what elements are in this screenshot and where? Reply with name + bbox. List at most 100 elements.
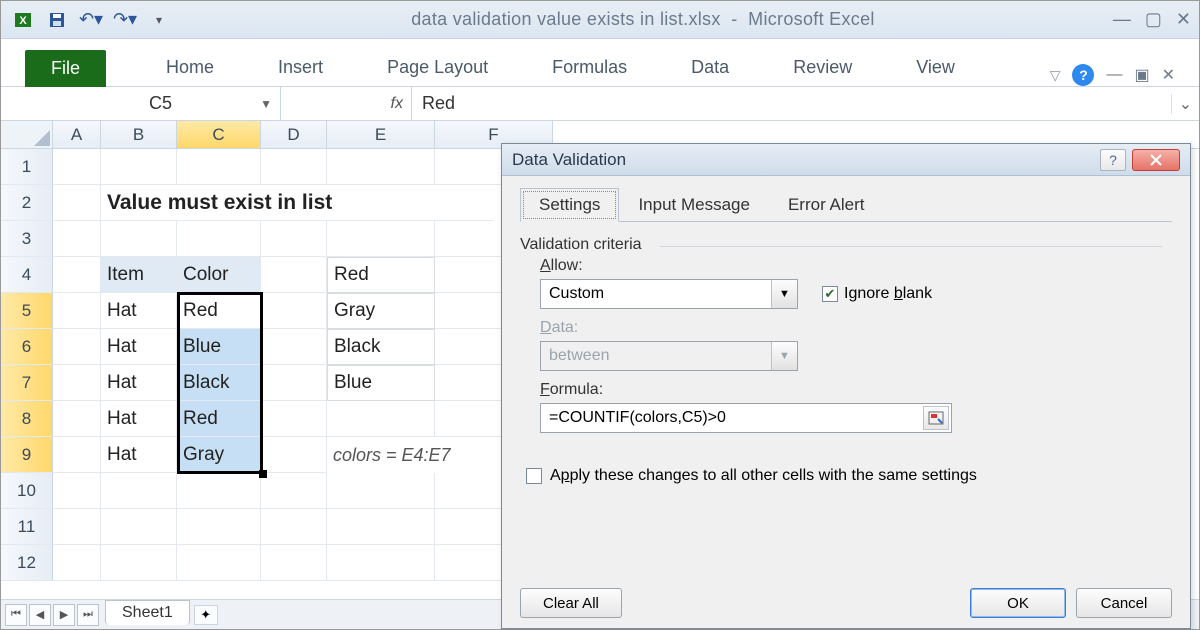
tab-home[interactable]: Home (146, 49, 234, 86)
ignore-blank-checkbox[interactable]: ✔ Ignore blank (822, 285, 932, 303)
table-row[interactable]: Blue (177, 329, 261, 365)
ribbon-window-close-icon[interactable]: ✕ (1162, 65, 1175, 85)
select-all-corner[interactable] (1, 121, 53, 148)
list-item[interactable]: Blue (327, 365, 435, 401)
sheet-nav-first-icon[interactable]: ⏮ (5, 604, 27, 626)
row-header[interactable]: 7 (1, 365, 53, 401)
save-icon[interactable] (43, 7, 71, 33)
data-combo: between ▼ (540, 341, 798, 371)
apply-all-checkbox[interactable] (526, 468, 542, 484)
data-label: Data: (540, 319, 1172, 337)
formula-label: Formula: (540, 381, 1172, 399)
tab-formulas[interactable]: Formulas (532, 49, 647, 86)
row-header[interactable]: 10 (1, 473, 53, 509)
tab-page-layout[interactable]: Page Layout (367, 49, 508, 86)
sheet-nav-last-icon[interactable]: ⏭ (77, 604, 99, 626)
fx-icon[interactable]: fx (391, 95, 403, 113)
range-select-icon[interactable] (923, 406, 949, 430)
file-tab[interactable]: File (25, 50, 106, 87)
row-header[interactable]: 12 (1, 545, 53, 581)
row-header[interactable]: 5 (1, 293, 53, 329)
list-item[interactable]: Gray (327, 293, 435, 329)
group-label: Validation criteria (520, 236, 1172, 254)
dialog-help-icon[interactable]: ? (1100, 149, 1126, 171)
formula-bar-expand-icon[interactable]: ⌄ (1171, 94, 1199, 114)
title-bar: X ↶▾ ↷▾ ▾ data validation value exists i… (1, 1, 1199, 39)
list-item[interactable]: Black (327, 329, 435, 365)
cancel-button[interactable]: Cancel (1076, 588, 1172, 618)
table-header[interactable]: Item (101, 257, 177, 293)
undo-icon[interactable]: ↶▾ (77, 7, 105, 33)
tab-settings[interactable]: Settings (520, 188, 619, 222)
tab-data[interactable]: Data (671, 49, 749, 86)
row-header[interactable]: 2 (1, 185, 53, 221)
row-header[interactable]: 3 (1, 221, 53, 257)
dialog-title-bar[interactable]: Data Validation ? (502, 144, 1190, 176)
col-header-e[interactable]: E (327, 121, 435, 148)
chevron-down-icon: ▼ (771, 342, 797, 370)
allow-combo[interactable]: Custom ▼ (540, 279, 798, 309)
quick-access-toolbar: X ↶▾ ↷▾ ▾ (9, 7, 173, 33)
ribbon: File Home Insert Page Layout Formulas Da… (1, 39, 1199, 87)
dialog-title: Data Validation (512, 150, 1100, 170)
window-title: data validation value exists in list.xls… (173, 9, 1113, 30)
table-row[interactable]: Hat (101, 293, 177, 329)
table-row[interactable]: Hat (101, 401, 177, 437)
allow-label: Allow: (540, 257, 1172, 275)
table-row[interactable]: Gray (177, 437, 261, 473)
ribbon-window-restore-icon[interactable]: ▣ (1134, 65, 1149, 85)
sheet-nav-prev-icon[interactable]: ◀ (29, 604, 51, 626)
data-validation-dialog: Data Validation ? Settings Input Message… (501, 143, 1191, 629)
row-header[interactable]: 8 (1, 401, 53, 437)
list-item[interactable]: Red (327, 257, 435, 293)
formula-input[interactable]: Red (411, 87, 1171, 120)
col-header-d[interactable]: D (261, 121, 327, 148)
table-row[interactable]: Hat (101, 437, 177, 473)
tab-error-alert[interactable]: Error Alert (769, 188, 884, 221)
tab-input-message[interactable]: Input Message (619, 188, 769, 221)
help-icon[interactable]: ? (1072, 64, 1094, 86)
heading-cell[interactable]: Value must exist in list (101, 185, 493, 221)
tab-view[interactable]: View (896, 49, 975, 86)
name-box-dropdown-icon[interactable]: ▼ (260, 97, 272, 111)
name-box[interactable]: C5 ▼ (1, 87, 281, 120)
dialog-tabs: Settings Input Message Error Alert (520, 188, 1172, 222)
col-header-c[interactable]: C (177, 121, 261, 148)
table-row[interactable]: Red (177, 293, 261, 329)
col-header-b[interactable]: B (101, 121, 177, 148)
col-header-a[interactable]: A (53, 121, 101, 148)
selection-handle[interactable] (259, 470, 267, 478)
tab-review[interactable]: Review (773, 49, 872, 86)
row-header[interactable]: 11 (1, 509, 53, 545)
row-header[interactable]: 9 (1, 437, 53, 473)
ok-button[interactable]: OK (970, 588, 1066, 618)
row-header[interactable]: 6 (1, 329, 53, 365)
window-controls: — ▢ ✕ (1113, 9, 1191, 30)
table-header[interactable]: Color (177, 257, 261, 293)
ribbon-window-min-icon[interactable]: — (1106, 66, 1122, 84)
chevron-down-icon[interactable]: ▼ (771, 280, 797, 308)
sheet-nav-next-icon[interactable]: ▶ (53, 604, 75, 626)
ribbon-minimize-icon[interactable]: ▽ (1050, 67, 1061, 84)
close-icon[interactable]: ✕ (1176, 9, 1191, 30)
table-row[interactable]: Hat (101, 329, 177, 365)
table-row[interactable]: Black (177, 365, 261, 401)
excel-icon[interactable]: X (9, 7, 37, 33)
apply-all-label: Apply these changes to all other cells w… (550, 467, 977, 485)
sheet-tab[interactable]: Sheet1 (105, 600, 190, 625)
svg-text:X: X (19, 15, 27, 27)
dialog-close-button[interactable] (1132, 149, 1180, 171)
tab-insert[interactable]: Insert (258, 49, 343, 86)
clear-all-button[interactable]: Clear All (520, 588, 622, 618)
row-header[interactable]: 4 (1, 257, 53, 293)
formula-field[interactable]: =COUNTIF(colors,C5)>0 (540, 403, 952, 433)
qat-customize-icon[interactable]: ▾ (145, 7, 173, 33)
row-header[interactable]: 1 (1, 149, 53, 185)
new-sheet-icon[interactable]: ✦ (194, 605, 218, 625)
minimize-icon[interactable]: — (1113, 9, 1131, 30)
formula-bar: C5 ▼ fx Red ⌄ (1, 87, 1199, 121)
table-row[interactable]: Hat (101, 365, 177, 401)
table-row[interactable]: Red (177, 401, 261, 437)
redo-icon[interactable]: ↷▾ (111, 7, 139, 33)
maximize-icon[interactable]: ▢ (1145, 9, 1162, 30)
